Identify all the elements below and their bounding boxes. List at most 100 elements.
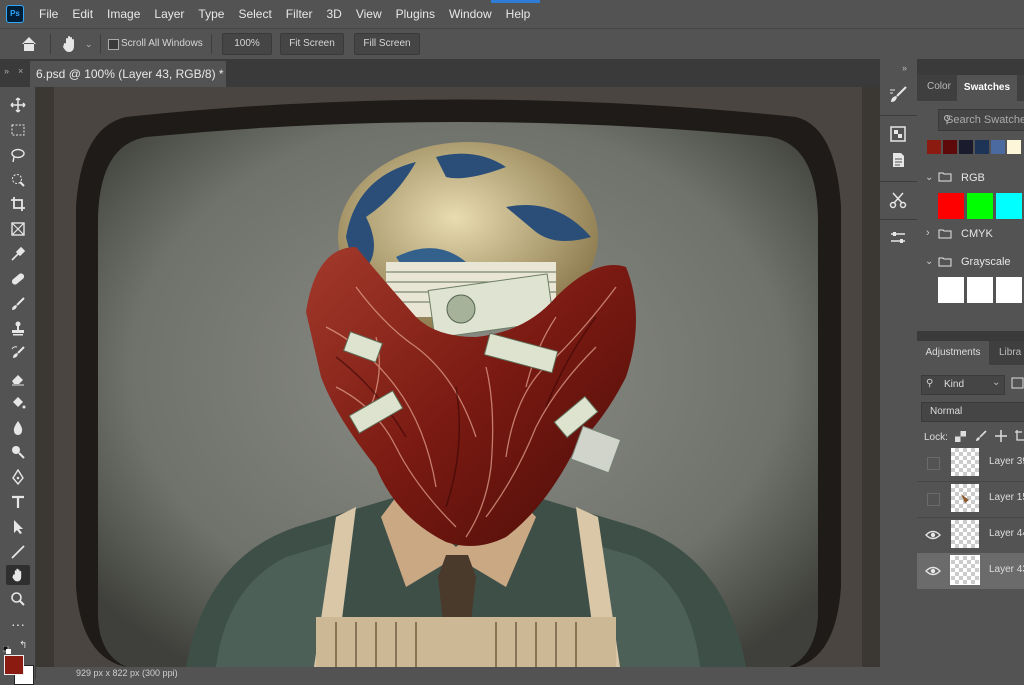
- adjustments-tabs: Adjustments Libra: [917, 341, 1024, 365]
- swatch-group-rgb[interactable]: RGB: [961, 172, 985, 184]
- hand-tool-icon[interactable]: [60, 34, 82, 54]
- fill-screen-button[interactable]: Fill Screen: [354, 33, 420, 55]
- type-tool-icon[interactable]: [6, 492, 30, 512]
- layer-row[interactable]: Layer 39: [917, 445, 1024, 482]
- swatch-group-cmyk[interactable]: CMYK: [961, 228, 993, 240]
- brush-settings-icon[interactable]: [888, 85, 910, 107]
- scroll-all-windows-checkbox[interactable]: [108, 39, 119, 50]
- dodge-tool-icon[interactable]: [6, 442, 30, 462]
- layer-filter-kind-select[interactable]: ⚲ Kind ⌄: [921, 375, 1005, 395]
- path-selection-tool-icon[interactable]: [6, 517, 30, 537]
- foreground-color-swatch[interactable]: [4, 655, 24, 675]
- document-tab[interactable]: 6.psd @ 100% (Layer 43, RGB/8) * ×: [30, 61, 226, 107]
- menu-edit[interactable]: Edit: [65, 7, 100, 21]
- swatch-green[interactable]: [967, 193, 993, 219]
- lasso-tool-icon[interactable]: [6, 145, 30, 165]
- brush-tool-icon[interactable]: [6, 294, 30, 314]
- tab-swatches[interactable]: Swatches: [957, 75, 1017, 101]
- tab-adjustments[interactable]: Adjustments: [917, 341, 989, 365]
- scissors-tools-icon[interactable]: [889, 191, 907, 209]
- healing-brush-tool-icon[interactable]: [6, 269, 30, 289]
- chevron-down-icon[interactable]: ⌄: [85, 39, 93, 50]
- eyedropper-tool-icon[interactable]: [6, 244, 30, 264]
- document-icon[interactable]: [889, 151, 907, 169]
- marquee-tool-icon[interactable]: [6, 120, 30, 140]
- document-canvas[interactable]: [36, 87, 880, 667]
- swatch-red[interactable]: [938, 193, 964, 219]
- paint-bucket-tool-icon[interactable]: [6, 393, 30, 413]
- menu-layer[interactable]: Layer: [147, 7, 191, 21]
- swatch-white[interactable]: [938, 277, 964, 303]
- lock-artboard-icon[interactable]: [1015, 430, 1024, 442]
- home-icon[interactable]: [20, 35, 38, 53]
- menu-filter[interactable]: Filter: [279, 7, 320, 21]
- chevron-right-icon[interactable]: ›: [926, 227, 930, 239]
- menu-select[interactable]: Select: [231, 7, 278, 21]
- close-panels-icon[interactable]: ×: [18, 66, 23, 76]
- divider: [100, 34, 101, 54]
- menu-plugins[interactable]: Plugins: [389, 7, 442, 21]
- recent-swatch[interactable]: [991, 140, 1005, 154]
- recent-swatch[interactable]: [943, 140, 957, 154]
- menu-view[interactable]: View: [349, 7, 389, 21]
- layer-visibility-toggle[interactable]: [927, 493, 940, 506]
- frame-tool-icon[interactable]: [6, 219, 30, 239]
- layer-visibility-toggle[interactable]: [927, 457, 940, 470]
- menu-3d[interactable]: 3D: [319, 7, 348, 21]
- collapse-panels-icon[interactable]: »: [4, 66, 9, 76]
- clone-stamp-tool-icon[interactable]: [6, 318, 30, 338]
- tab-color[interactable]: Color: [927, 81, 951, 92]
- expand-panels-icon[interactable]: »: [902, 63, 907, 73]
- eye-icon[interactable]: [925, 563, 941, 579]
- recent-swatch[interactable]: [975, 140, 989, 154]
- lock-image-pixels-icon[interactable]: [975, 430, 987, 442]
- recent-swatch[interactable]: [1007, 140, 1021, 154]
- layer-name: Layer 39: [989, 456, 1024, 467]
- menu-type[interactable]: Type: [191, 7, 231, 21]
- more-tools-icon[interactable]: ···: [6, 614, 30, 634]
- line-tool-icon[interactable]: [6, 542, 30, 562]
- crop-tool-icon[interactable]: [6, 194, 30, 214]
- eye-icon[interactable]: [925, 527, 941, 543]
- artwork: [36, 87, 880, 667]
- history-brush-tool-icon[interactable]: [6, 343, 30, 363]
- menu-image[interactable]: Image: [100, 7, 147, 21]
- eraser-tool-icon[interactable]: [6, 368, 30, 388]
- recent-swatch[interactable]: [927, 140, 941, 154]
- zoom-tool-icon[interactable]: [6, 589, 30, 609]
- chevron-down-icon[interactable]: ⌄: [925, 172, 933, 183]
- lock-transparent-pixels-icon[interactable]: [955, 431, 966, 442]
- recent-swatch[interactable]: [959, 140, 973, 154]
- fit-screen-button[interactable]: Fit Screen: [280, 33, 344, 55]
- layer-row[interactable]: Layer 15: [917, 481, 1024, 518]
- divider: [211, 34, 212, 54]
- zoom-100-button[interactable]: 100%: [222, 33, 272, 55]
- menu-file[interactable]: File: [32, 7, 65, 21]
- swap-colors-icon[interactable]: ↰: [19, 640, 27, 651]
- layer-filter-kind-label: Kind: [944, 379, 965, 390]
- swatch-group-grayscale[interactable]: Grayscale: [961, 256, 1011, 268]
- tab-libraries[interactable]: Libra: [999, 347, 1021, 358]
- swatch-search-field[interactable]: ⚲ Search Swatches: [938, 109, 1024, 131]
- move-tool-icon[interactable]: [6, 95, 30, 115]
- menu-bar: Ps File Edit Image Layer Type Select Fil…: [0, 0, 1024, 28]
- swatch-white[interactable]: [996, 277, 1022, 303]
- blend-mode-select[interactable]: Normal: [921, 402, 1024, 422]
- layer-row[interactable]: Layer 44: [917, 517, 1024, 554]
- swatch-cyan[interactable]: [996, 193, 1022, 219]
- chevron-down-icon[interactable]: ⌄: [925, 256, 933, 267]
- menu-help[interactable]: Help: [499, 7, 538, 21]
- menu-window[interactable]: Window: [442, 7, 499, 21]
- quick-select-tool-icon[interactable]: [6, 170, 30, 190]
- blur-tool-icon[interactable]: [6, 418, 30, 438]
- image-filter-icon[interactable]: [1011, 377, 1024, 389]
- pen-tool-icon[interactable]: [6, 467, 30, 487]
- lock-position-icon[interactable]: [995, 430, 1007, 442]
- swatch-white[interactable]: [967, 277, 993, 303]
- default-colors-icon[interactable]: [2, 643, 11, 654]
- layer-row-selected[interactable]: Layer 43: [917, 553, 1024, 590]
- layer-thumbnail: [950, 555, 980, 585]
- properties-sliders-icon[interactable]: [889, 229, 907, 247]
- layers-comp-icon[interactable]: [889, 125, 907, 143]
- hand-tool-selected-icon[interactable]: [6, 565, 30, 585]
